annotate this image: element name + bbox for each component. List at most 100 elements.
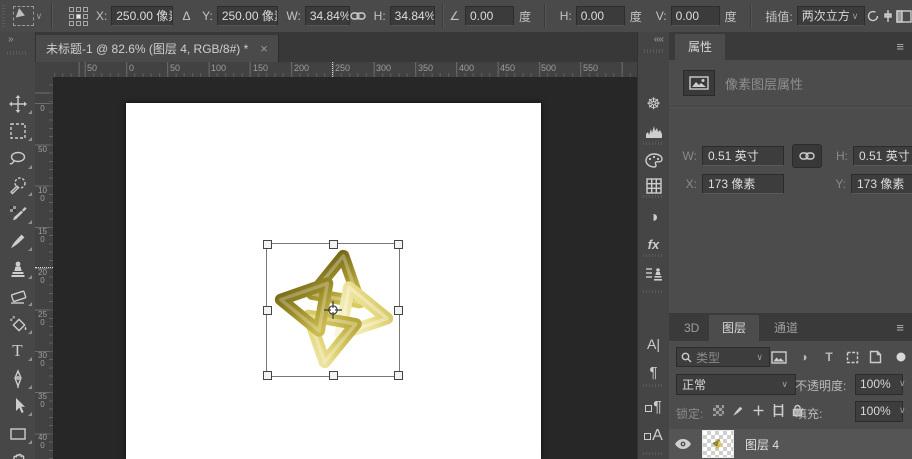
layer-visibility-toggle[interactable] <box>669 438 697 450</box>
link-dimensions-icon[interactable] <box>349 6 366 26</box>
dropdown-chevron-icon[interactable]: ∨ <box>899 378 906 389</box>
navigator-icon[interactable]: ☸ <box>638 92 669 116</box>
styles-icon[interactable]: fx <box>638 232 669 256</box>
prop-h-input[interactable]: 0.51 英寸 <box>853 146 912 166</box>
ruler-number: 250 <box>335 63 351 73</box>
transform-handle-ne[interactable] <box>394 240 403 249</box>
dropdown-chevron-icon[interactable]: ∨ <box>899 405 906 416</box>
fill-input[interactable]: 100% <box>855 401 903 422</box>
transform-handle-n[interactable] <box>329 240 338 249</box>
link-wh-icon[interactable] <box>792 144 822 168</box>
panel-menu-icon[interactable]: ≡ <box>896 39 904 54</box>
layer-thumbnail[interactable] <box>702 430 734 458</box>
document-tab[interactable]: 未标题-1 @ 82.6% (图层 4, RGB/8#) * × <box>36 35 279 62</box>
panel-menu-icon[interactable]: ≡ <box>896 320 904 335</box>
v-skew-input[interactable]: 0.00 <box>670 6 720 26</box>
toolbar-expand-icon[interactable]: » <box>0 32 35 48</box>
reference-point-locator-icon[interactable] <box>68 6 88 26</box>
lock-position-icon[interactable] <box>749 401 767 419</box>
separator <box>51 4 52 28</box>
interpolation-select[interactable]: 两次立方 ∨ <box>796 6 866 26</box>
options-bar-grip[interactable] <box>2 5 6 27</box>
transform-bounding-box[interactable] <box>263 240 403 380</box>
histogram-icon[interactable] <box>638 120 669 144</box>
tab-properties[interactable]: 属性 <box>675 34 726 60</box>
warp-mode-icon[interactable] <box>896 6 912 26</box>
horizontal-ruler[interactable]: 50 0 50 100 150 200 250 300 350 400 450 … <box>53 62 637 78</box>
move-tool-icon[interactable] <box>0 91 35 117</box>
prop-x-label: X: <box>685 177 697 191</box>
slider-icon[interactable] <box>881 6 896 26</box>
lasso-icon[interactable] <box>0 146 35 172</box>
paragraph-icon[interactable]: ¶ <box>638 360 669 384</box>
ruler-origin-corner[interactable] <box>35 62 54 78</box>
tab-layers[interactable]: 图层 <box>709 315 760 341</box>
pen-tool-icon[interactable] <box>0 366 35 392</box>
layer-row[interactable]: 图层 4 <box>669 429 912 459</box>
reference-point-crosshair-icon[interactable] <box>323 300 343 320</box>
smart-object-filter-icon[interactable] <box>865 347 885 367</box>
delta-relative-icon[interactable]: Δ <box>179 6 194 26</box>
lock-pixels-icon[interactable] <box>729 401 747 419</box>
adjustment-layer-filter-icon[interactable]: ◑ <box>794 347 814 367</box>
transform-handle-e[interactable] <box>394 306 403 315</box>
flyout-chevron-icon[interactable]: ∨ <box>36 11 43 22</box>
prop-w-input[interactable]: 0.51 英寸 <box>702 146 784 166</box>
dock-grip[interactable] <box>644 49 663 53</box>
transform-handle-s[interactable] <box>329 371 338 380</box>
brush-icon[interactable] <box>0 228 35 254</box>
ruler-number: 100 <box>211 63 227 73</box>
tab-3d[interactable]: 3D <box>671 315 712 341</box>
x-input[interactable]: 250.00 像素 <box>111 6 173 26</box>
color-icon[interactable] <box>638 148 669 172</box>
canvas[interactable] <box>126 103 541 459</box>
transform-handle-sw[interactable] <box>263 371 272 380</box>
rect-marquee-icon[interactable] <box>0 118 35 144</box>
adjustments-icon[interactable]: ◑ <box>638 206 669 230</box>
layer-filter-select[interactable]: 类型 ∨ <box>676 347 770 367</box>
clone-stamp-icon[interactable] <box>0 256 35 282</box>
paint-bucket-icon[interactable] <box>0 311 35 337</box>
h-input[interactable]: 34.84% <box>389 6 435 26</box>
w-input[interactable]: 34.84% <box>304 6 350 26</box>
tab-channels[interactable]: 通道 <box>761 315 811 341</box>
transform-handle-nw[interactable] <box>263 240 272 249</box>
type-layer-filter-icon[interactable]: T <box>819 347 839 367</box>
paragraph-styles-icon[interactable]: ¶ <box>638 396 669 420</box>
filter-toggle-pin-icon[interactable] <box>891 347 911 367</box>
lock-transparent-icon[interactable] <box>709 401 727 419</box>
hand-tool-icon[interactable] <box>0 448 35 459</box>
dock-collapse-icon[interactable]: «« <box>638 32 669 45</box>
transform-handle-w[interactable] <box>263 306 272 315</box>
angle-input[interactable]: 0.00 <box>464 6 514 26</box>
y-input[interactable]: 250.00 像素 <box>216 6 279 26</box>
character-styles-icon[interactable]: A <box>638 424 669 448</box>
type-tool-icon[interactable]: T <box>0 338 35 364</box>
pasteboard[interactable] <box>53 77 637 459</box>
quick-selection-icon[interactable] <box>0 173 35 199</box>
history-icon[interactable] <box>638 262 669 286</box>
opacity-input[interactable]: 100% <box>855 374 903 395</box>
blend-mode-select[interactable]: 正常 ∨ <box>676 374 796 395</box>
prop-x-input[interactable]: 173 像素 <box>702 174 784 194</box>
layers-tab-bar: 3D 图层 通道 ≡ <box>669 313 912 342</box>
rotate-icon[interactable] <box>865 6 880 26</box>
vertical-ruler[interactable]: 0 50 100 150 200 250 300 350 400 <box>35 77 54 459</box>
character-icon[interactable]: A| <box>638 332 669 356</box>
h-skew-input[interactable]: 0.00 <box>575 6 625 26</box>
strip-divider <box>643 290 664 293</box>
prop-w-label: W: <box>682 149 697 163</box>
prop-y-input[interactable]: 173 像素 <box>851 174 912 194</box>
close-icon[interactable]: × <box>260 41 268 56</box>
shape-layer-filter-icon[interactable] <box>842 347 862 367</box>
layer-name[interactable]: 图层 4 <box>745 436 779 453</box>
pixel-layer-filter-icon[interactable] <box>769 347 789 367</box>
eyedropper-icon[interactable] <box>0 201 35 227</box>
toolbar-grip[interactable] <box>7 51 28 55</box>
transform-handle-se[interactable] <box>394 371 403 380</box>
eraser-icon[interactable] <box>0 283 35 309</box>
path-selection-icon[interactable] <box>0 393 35 419</box>
ruler-number: 100 <box>38 186 47 203</box>
lock-artboard-icon[interactable] <box>769 401 787 419</box>
rectangle-tool-icon[interactable] <box>0 421 35 447</box>
